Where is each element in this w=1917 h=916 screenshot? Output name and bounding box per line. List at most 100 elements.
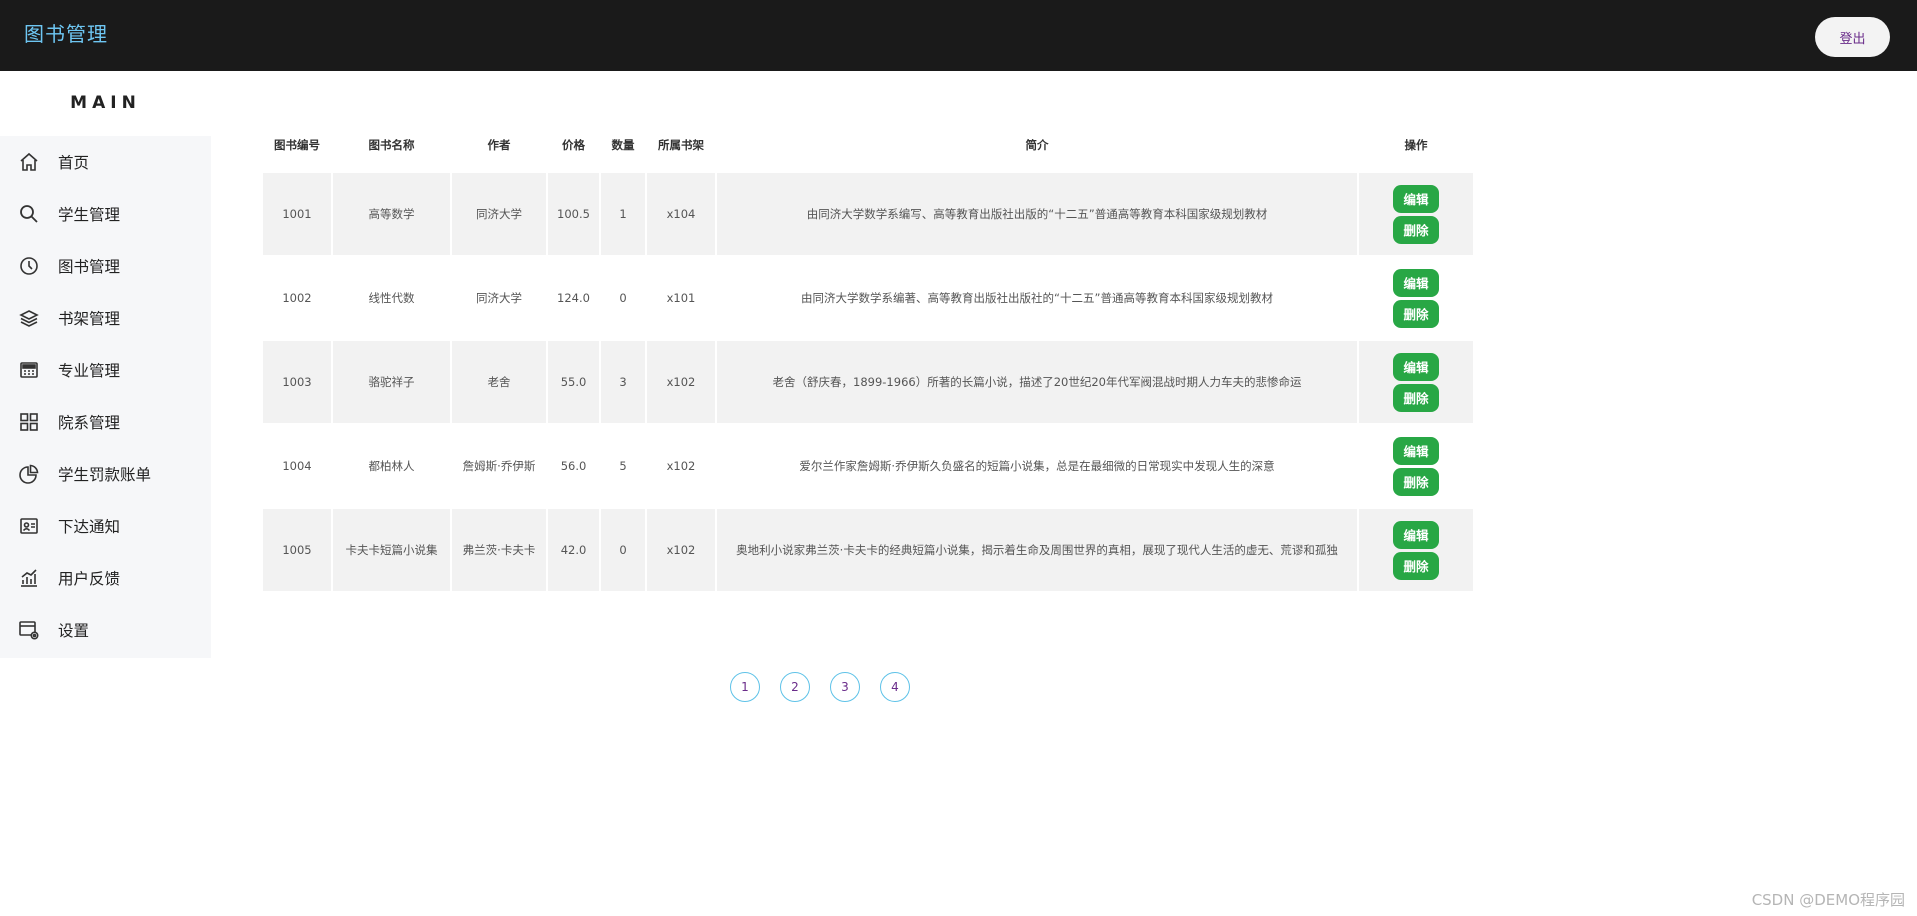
column-header-name: 图书名称: [368, 137, 415, 152]
cell-quantity: 3: [601, 341, 645, 423]
cell-shelf: x104: [647, 173, 715, 255]
bar-chart-icon: [18, 567, 40, 589]
cell-author: 同济大学: [452, 257, 546, 339]
table-row: 1001 高等数学 同济大学 100.5 1 x104 由同济大学数学系编写、高…: [263, 173, 1473, 255]
table-header-row: 图书编号 图书名称 作者 价格 数量 所属书架 简介 操作: [263, 119, 1473, 171]
page-button-2[interactable]: 2: [780, 672, 810, 702]
delete-button[interactable]: 删除: [1393, 467, 1439, 496]
edit-button[interactable]: 编辑: [1393, 436, 1439, 465]
sidebar-item-settings[interactable]: 设置: [0, 604, 211, 656]
column-header-description: 简介: [1025, 137, 1049, 152]
sidebar: MAIN 首页 学生管理 图书管理 书架管理 专业管理 院系管理 学生罚款账单 …: [0, 71, 211, 658]
cell-quantity: 0: [601, 257, 645, 339]
sidebar-item-label: 院系管理: [58, 414, 121, 432]
brand-title[interactable]: 图书管理: [24, 18, 108, 47]
sidebar-item-shelves[interactable]: 书架管理: [0, 292, 211, 344]
sidebar-item-majors[interactable]: 专业管理: [0, 344, 211, 396]
edit-button[interactable]: 编辑: [1393, 352, 1439, 381]
sidebar-item-label: 首页: [58, 154, 90, 172]
watermark-text: CSDN @DEMO程序园: [1751, 891, 1905, 909]
sidebar-title: MAIN: [0, 71, 211, 136]
cell-shelf: x101: [647, 257, 715, 339]
search-icon: [18, 203, 40, 225]
sidebar-item-label: 学生管理: [58, 206, 121, 224]
sidebar-item-label: 书架管理: [58, 310, 121, 328]
column-header-price: 价格: [562, 137, 585, 152]
cell-price: 42.0: [548, 509, 599, 591]
books-table: 图书编号 图书名称 作者 价格 数量 所属书架 简介 操作 1001 高等数学 …: [261, 117, 1475, 593]
pie-chart-icon: [18, 463, 40, 485]
cell-shelf: x102: [647, 425, 715, 507]
top-navbar: 图书管理 登出: [0, 0, 1917, 71]
cell-name: 高等数学: [333, 173, 450, 255]
cell-actions: 编辑 删除: [1359, 173, 1473, 255]
id-card-icon: [18, 515, 40, 537]
column-header-author: 作者: [487, 137, 511, 152]
grid-icon: [18, 411, 40, 433]
clock-icon: [18, 255, 40, 277]
cell-name: 骆驼祥子: [333, 341, 450, 423]
sidebar-item-books[interactable]: 图书管理: [0, 240, 211, 292]
page-button-3[interactable]: 3: [830, 672, 860, 702]
sidebar-item-feedback[interactable]: 用户反馈: [0, 552, 211, 604]
cell-price: 56.0: [548, 425, 599, 507]
cell-actions: 编辑 删除: [1359, 341, 1473, 423]
column-header-id: 图书编号: [274, 137, 320, 152]
delete-button[interactable]: 删除: [1393, 383, 1439, 412]
cell-author: 詹姆斯·乔伊斯: [452, 425, 546, 507]
pagination: 1 2 3 4: [730, 672, 910, 702]
calculator-icon: [18, 359, 40, 381]
logout-button[interactable]: 登出: [1815, 17, 1890, 57]
cell-description: 由同济大学数学系编著、高等教育出版社出版社的“十二五”普通高等教育本科国家级规划…: [717, 257, 1357, 339]
edit-button[interactable]: 编辑: [1393, 268, 1439, 297]
cell-description: 爱尔兰作家詹姆斯·乔伊斯久负盛名的短篇小说集，总是在最细微的日常现实中发现人生的…: [717, 425, 1357, 507]
cell-id: 1005: [263, 509, 331, 591]
page-button-4[interactable]: 4: [880, 672, 910, 702]
cell-actions: 编辑 删除: [1359, 425, 1473, 507]
cell-name: 线性代数: [333, 257, 450, 339]
delete-button[interactable]: 删除: [1393, 215, 1439, 244]
cell-quantity: 5: [601, 425, 645, 507]
sidebar-item-label: 用户反馈: [58, 570, 121, 588]
edit-button[interactable]: 编辑: [1393, 184, 1439, 213]
cell-shelf: x102: [647, 341, 715, 423]
cell-author: 同济大学: [452, 173, 546, 255]
table-row: 1005 卡夫卡短篇小说集 弗兰茨·卡夫卡 42.0 0 x102 奥地利小说家…: [263, 509, 1473, 591]
sidebar-item-label: 下达通知: [58, 518, 121, 536]
cell-id: 1001: [263, 173, 331, 255]
settings-window-icon: [18, 619, 40, 641]
cell-quantity: 0: [601, 509, 645, 591]
sidebar-item-home[interactable]: 首页: [0, 136, 211, 188]
cell-actions: 编辑 删除: [1359, 509, 1473, 591]
cell-price: 100.5: [548, 173, 599, 255]
cell-name: 卡夫卡短篇小说集: [333, 509, 450, 591]
cell-author: 老舍: [452, 341, 546, 423]
cell-name: 都柏林人: [333, 425, 450, 507]
sidebar-item-departments[interactable]: 院系管理: [0, 396, 211, 448]
table-row: 1004 都柏林人 詹姆斯·乔伊斯 56.0 5 x102 爱尔兰作家詹姆斯·乔…: [263, 425, 1473, 507]
edit-button[interactable]: 编辑: [1393, 520, 1439, 549]
delete-button[interactable]: 删除: [1393, 299, 1439, 328]
books-table-container: 图书编号 图书名称 作者 价格 数量 所属书架 简介 操作 1001 高等数学 …: [261, 117, 1473, 593]
column-header-quantity: 数量: [611, 137, 635, 152]
cell-description: 奥地利小说家弗兰茨·卡夫卡的经典短篇小说集，揭示着生命及周围世界的真相，展现了现…: [717, 509, 1357, 591]
column-header-shelf: 所属书架: [658, 137, 704, 152]
sidebar-item-notices[interactable]: 下达通知: [0, 500, 211, 552]
cell-id: 1002: [263, 257, 331, 339]
sidebar-item-students[interactable]: 学生管理: [0, 188, 211, 240]
column-header-actions: 操作: [1404, 137, 1428, 152]
sidebar-item-label: 设置: [58, 622, 90, 640]
cell-description: 老舍（舒庆春，1899-1966）所著的长篇小说，描述了20世纪20年代军阀混战…: [717, 341, 1357, 423]
table-row: 1002 线性代数 同济大学 124.0 0 x101 由同济大学数学系编著、高…: [263, 257, 1473, 339]
sidebar-item-fines[interactable]: 学生罚款账单: [0, 448, 211, 500]
sidebar-item-label: 学生罚款账单: [58, 466, 152, 484]
cell-price: 124.0: [548, 257, 599, 339]
delete-button[interactable]: 删除: [1393, 551, 1439, 580]
cell-shelf: x102: [647, 509, 715, 591]
sidebar-item-label: 专业管理: [58, 362, 121, 380]
cell-description: 由同济大学数学系编写、高等教育出版社出版的“十二五”普通高等教育本科国家级规划教…: [717, 173, 1357, 255]
cell-id: 1004: [263, 425, 331, 507]
table-row: 1003 骆驼祥子 老舍 55.0 3 x102 老舍（舒庆春，1899-196…: [263, 341, 1473, 423]
cell-author: 弗兰茨·卡夫卡: [452, 509, 546, 591]
page-button-1[interactable]: 1: [730, 672, 760, 702]
